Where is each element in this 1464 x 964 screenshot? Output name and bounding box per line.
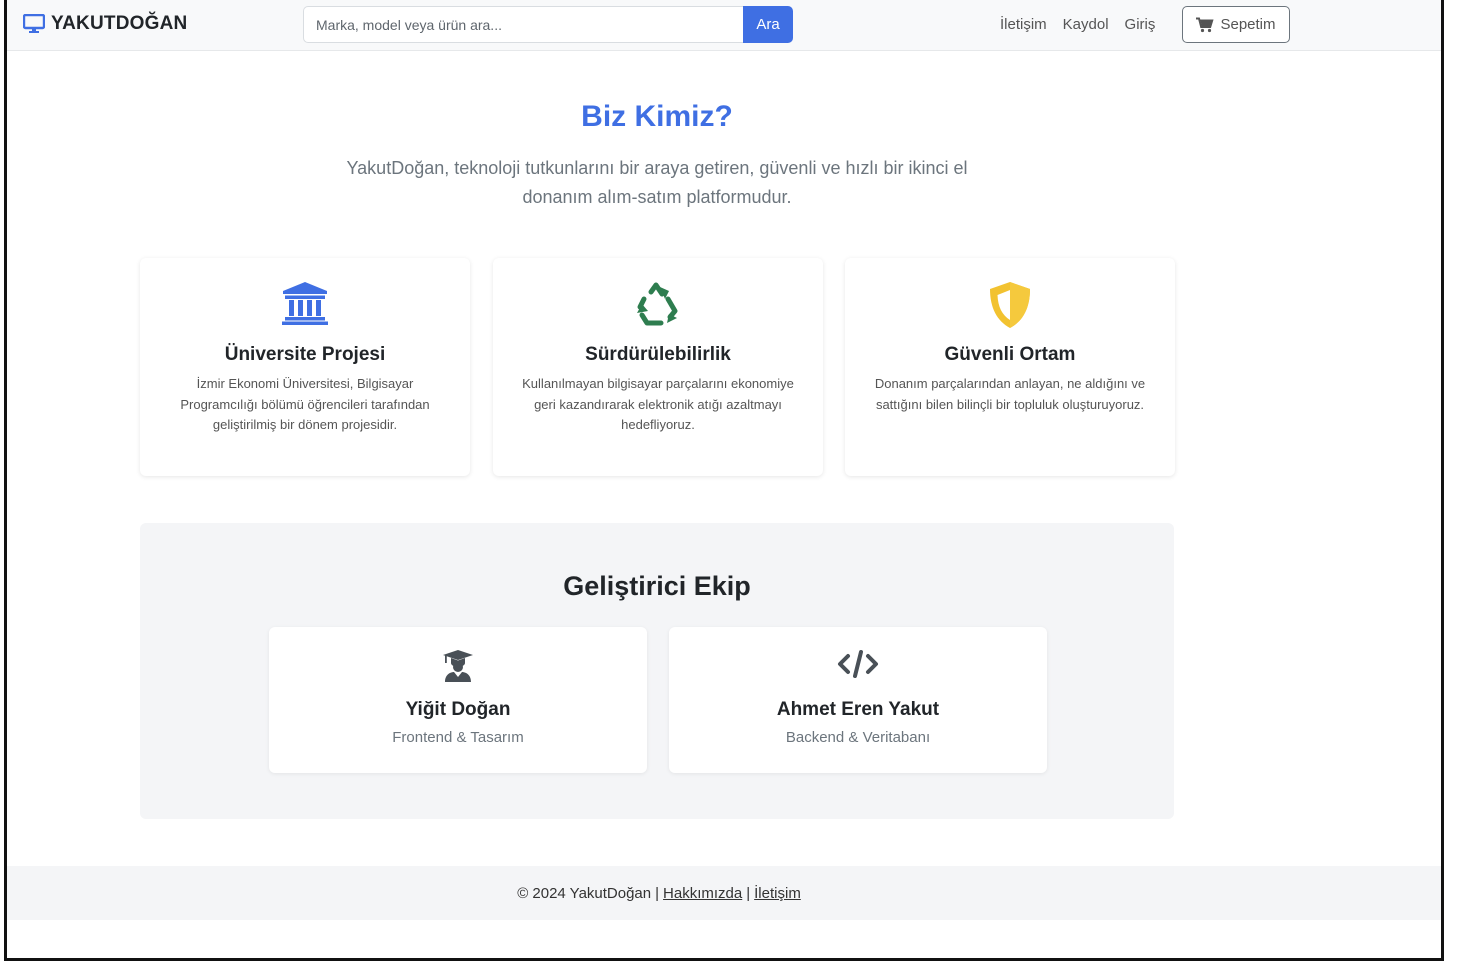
page-subtitle: YakutDoğan, teknoloji tutkunlarını bir a… [346, 158, 968, 207]
footer-separator: | [655, 884, 660, 902]
monitor-icon [23, 14, 45, 33]
team-member-card: Ahmet Eren Yakut Backend & Veritabanı [669, 627, 1047, 773]
member-name: Ahmet Eren Yakut [776, 699, 940, 720]
brand-name: YAKUTDOĞAN [51, 13, 188, 34]
footer-copyright: © 2024 YakutDoğan [517, 884, 652, 902]
member-role: Frontend & Tasarım [392, 729, 524, 746]
page-frame: YAKUTDOĞAN Ara İletişim Kaydol Giriş Sep… [4, 0, 1444, 961]
search-input[interactable] [303, 6, 743, 43]
feature-text: Donanım parçalarından anlayan, ne aldığı… [874, 376, 1146, 412]
nav-link-login[interactable]: Giriş [1125, 16, 1156, 33]
feature-text: Kullanılmayan bilgisayar parçalarını eko… [522, 376, 794, 432]
code-icon [838, 650, 878, 678]
nav-links: İletişim Kaydol Giriş [1000, 16, 1155, 33]
feature-title: Sürdürülebilirlik [585, 344, 731, 365]
feature-title: Güvenli Ortam [944, 344, 1076, 365]
search-button[interactable]: Ara [743, 6, 793, 43]
feature-card-security: Güvenli Ortam Donanım parçalarından anla… [845, 258, 1175, 476]
navbar: YAKUTDOĞAN Ara İletişim Kaydol Giriş Sep… [7, 0, 1441, 51]
feature-card-sustainability: Sürdürülebilirlik Kullanılmayan bilgisay… [493, 258, 823, 476]
member-name: Yiğit Doğan [405, 699, 511, 720]
footer-link-contact[interactable]: İletişim [754, 885, 801, 902]
shield-icon [990, 282, 1030, 328]
member-role: Backend & Veritabanı [785, 729, 931, 746]
feature-title: Üniversite Projesi [224, 344, 386, 365]
recycle-icon [637, 282, 678, 326]
feature-text: İzmir Ekonomi Üniversitesi, Bilgisayar P… [180, 376, 430, 432]
footer: © 2024 YakutDoğan | Hakkımızda | İletişi… [7, 866, 1441, 920]
brand-logo[interactable]: YAKUTDOĞAN [23, 13, 187, 35]
search-form: Ara [303, 6, 793, 43]
nav-link-register[interactable]: Kaydol [1063, 16, 1109, 33]
nav-link-contact[interactable]: İletişim [1000, 16, 1047, 33]
cart-icon [1196, 17, 1215, 32]
graduate-icon [443, 650, 473, 682]
cart-label: Sepetim [1220, 16, 1276, 33]
cart-button[interactable]: Sepetim [1182, 6, 1290, 43]
university-icon [282, 282, 328, 325]
footer-separator: | [746, 884, 751, 902]
team-title: Geliştirici Ekip [563, 571, 751, 601]
team-section: Geliştirici Ekip Yiğit Doğan Frontend & … [140, 523, 1174, 819]
team-member-card: Yiğit Doğan Frontend & Tasarım [269, 627, 647, 773]
feature-card-university: Üniversite Projesi İzmir Ekonomi Ünivers… [140, 258, 470, 476]
page-title: Biz Kimiz? [581, 100, 733, 133]
footer-link-about[interactable]: Hakkımızda [663, 885, 742, 902]
